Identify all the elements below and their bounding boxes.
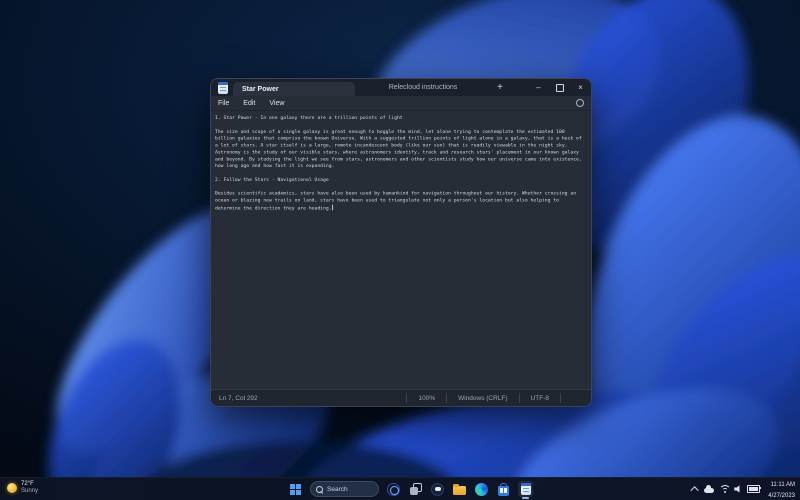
zoom-level[interactable]: 100% — [406, 393, 446, 403]
task-view-icon — [409, 483, 422, 495]
weather-temperature: 72°F — [21, 481, 34, 487]
text-editor-area[interactable]: 1. Star Power - In one galaxy there are … — [211, 111, 591, 389]
chat-button[interactable] — [430, 481, 445, 497]
menu-file[interactable]: File — [218, 100, 229, 107]
start-button[interactable] — [288, 481, 303, 497]
minimize-button[interactable]: – — [528, 79, 549, 96]
tab-label: Relecloud instructions — [388, 84, 458, 91]
close-button[interactable]: × — [570, 79, 591, 96]
notepad-window: Star Power Relecloud instructions + – × … — [210, 78, 592, 407]
windows-logo-icon — [290, 483, 301, 495]
line-ending[interactable]: Windows (CRLF) — [446, 393, 518, 403]
titlebar[interactable]: Star Power Relecloud instructions + – × — [211, 79, 591, 96]
notepad-taskbar-button[interactable] — [518, 481, 533, 499]
maximize-button[interactable] — [549, 79, 570, 96]
chevron-up-icon[interactable] — [690, 486, 700, 495]
status-bar: Ln 7, Col 292 100% Windows (CRLF) UTF-8 — [211, 389, 591, 406]
taskbar: 72°F Sunny Search 11:11 AM 4/27/2023 — [0, 477, 800, 500]
chat-icon — [431, 482, 444, 496]
weather-condition: Sunny — [21, 488, 39, 494]
desktop: Star Power Relecloud instructions + – × … — [0, 0, 800, 500]
new-tab-button[interactable]: + — [491, 79, 509, 96]
search-box[interactable]: Search — [310, 481, 379, 497]
menu-view[interactable]: View — [269, 100, 284, 107]
encoding[interactable]: UTF-8 — [518, 393, 560, 403]
battery-icon[interactable] — [747, 485, 762, 493]
gear-icon[interactable] — [576, 99, 584, 107]
tab-relecloud-instructions[interactable]: Relecloud instructions — [355, 79, 491, 96]
tray-date: 4/27/2023 — [768, 493, 795, 499]
text-caret — [332, 204, 334, 211]
menu-bar: File Edit View — [211, 96, 591, 111]
menu-edit[interactable]: Edit — [243, 100, 255, 107]
system-tray: 11:11 AM 4/27/2023 — [690, 478, 795, 500]
store-button[interactable] — [496, 481, 511, 497]
tray-time: 11:11 AM — [770, 482, 795, 488]
statusbar-spacer — [560, 393, 591, 403]
magnifier-icon — [316, 485, 323, 493]
taskbar-center: Search — [288, 478, 533, 500]
speaker-icon[interactable] — [734, 485, 740, 493]
tab-star-power[interactable]: Star Power — [233, 82, 355, 96]
store-icon — [498, 482, 509, 496]
cursor-position: Ln 7, Col 292 — [219, 394, 258, 402]
edge-button[interactable] — [474, 481, 489, 497]
file-explorer-button[interactable] — [452, 481, 467, 497]
onedrive-cloud-icon[interactable] — [704, 484, 715, 493]
notepad-icon — [520, 483, 531, 495]
tab-label: Star Power — [242, 85, 279, 93]
clock-icon — [387, 482, 400, 496]
search-label: Search — [327, 485, 348, 493]
edge-icon — [475, 482, 488, 496]
taskbar-clock-app[interactable] — [386, 481, 401, 497]
sun-icon — [7, 483, 17, 493]
document-text[interactable]: 1. Star Power - In one galaxy there are … — [215, 115, 586, 212]
maximize-icon — [555, 83, 564, 92]
tray-clock[interactable]: 11:11 AM 4/27/2023 — [768, 478, 795, 500]
file-explorer-icon — [453, 484, 466, 495]
weather-widget[interactable]: 72°F Sunny — [7, 481, 38, 495]
task-view-button[interactable] — [408, 481, 423, 497]
active-app-indicator — [522, 497, 529, 499]
notepad-icon — [218, 81, 228, 94]
window-controls: – × — [528, 79, 591, 96]
wifi-icon[interactable] — [719, 485, 732, 493]
